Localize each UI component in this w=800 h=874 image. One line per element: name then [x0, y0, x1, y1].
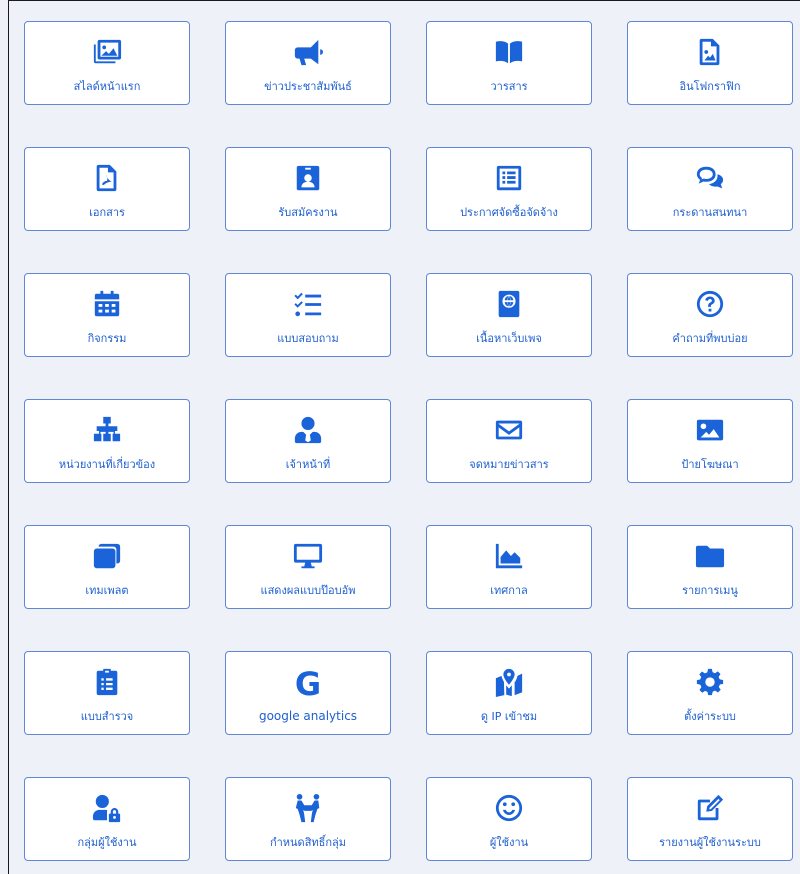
tile-questionnaire[interactable]: แบบสอบถาม	[225, 273, 391, 357]
tile-label: ผู้ใช้งาน	[489, 836, 529, 849]
tile-documents[interactable]: เอกสาร	[24, 147, 190, 231]
google-icon: G	[291, 667, 325, 701]
id-badge-icon	[291, 161, 325, 195]
globe-passport-icon	[492, 287, 526, 321]
tile-label: แบบสำรวจ	[80, 710, 134, 723]
megaphone-icon	[291, 35, 325, 69]
tile-infographic[interactable]: อินโฟกราฟิก	[627, 21, 793, 105]
tile-label: ข่าวประชาสัมพันธ์	[264, 80, 352, 93]
tile-webpage-content[interactable]: เนื้อหาเว็บเพจ	[426, 273, 592, 357]
tile-news[interactable]: ข่าวประชาสัมพันธ์	[225, 21, 391, 105]
tile-banners[interactable]: ป้ายโฆษณา	[627, 399, 793, 483]
tile-label: รับสมัครงาน	[278, 206, 338, 219]
tile-festivals[interactable]: เทศกาล	[426, 525, 592, 609]
tile-label: อินโฟกราฟิก	[679, 80, 741, 93]
book-open-icon	[492, 35, 526, 69]
tile-label: ประกาศจัดซื้อจัดจ้าง	[460, 206, 558, 219]
chart-area-icon	[492, 539, 526, 573]
tile-group-permissions[interactable]: กำหนดสิทธิ์กลุ่ม	[225, 777, 391, 861]
tile-label: เทศกาล	[490, 584, 528, 597]
tile-label: ตั้งค่าระบบ	[684, 710, 736, 723]
tile-label: จดหมายข่าวสาร	[469, 458, 549, 471]
tile-journal[interactable]: วารสาร	[426, 21, 592, 105]
tile-google-analytics[interactable]: G google analytics	[225, 651, 391, 735]
tile-forum[interactable]: กระดานสนทนา	[627, 147, 793, 231]
tile-related-agencies[interactable]: หน่วยงานที่เกี่ยวข้อง	[24, 399, 190, 483]
envelope-icon	[492, 413, 526, 447]
window-restore-icon	[90, 539, 124, 573]
smile-icon	[492, 791, 526, 825]
menu-grid: สไลด์หน้าแรก ข่าวประชาสัมพันธ์ วารสาร อิ…	[24, 21, 793, 861]
calendar-icon	[90, 287, 124, 321]
google-glyph: G	[294, 665, 322, 703]
tile-templates[interactable]: เทมเพลต	[24, 525, 190, 609]
desktop-icon	[291, 539, 325, 573]
list-alt-icon	[492, 161, 526, 195]
tile-staff[interactable]: เจ้าหน้าที่	[225, 399, 391, 483]
cog-icon	[693, 665, 727, 699]
tile-users[interactable]: ผู้ใช้งาน	[426, 777, 592, 861]
tile-label: กระดานสนทนา	[672, 206, 748, 219]
tile-label: หน่วยงานที่เกี่ยวข้อง	[58, 458, 156, 471]
tile-label: แสดงผลแบบป๊อบอัพ	[260, 584, 356, 597]
tile-survey[interactable]: แบบสำรวจ	[24, 651, 190, 735]
tile-label: รายการเมนู	[682, 584, 738, 597]
tile-newsletter[interactable]: จดหมายข่าวสาร	[426, 399, 592, 483]
tile-label: เทมเพลต	[85, 584, 129, 597]
tile-procurement[interactable]: ประกาศจัดซื้อจัดจ้าง	[426, 147, 592, 231]
tile-label: กิจกรรม	[87, 332, 127, 345]
tile-label: เนื้อหาเว็บเพจ	[476, 332, 542, 345]
tasks-icon	[291, 287, 325, 321]
tile-label: google analytics	[258, 709, 358, 723]
tile-menu-items[interactable]: รายการเมนู	[627, 525, 793, 609]
edit-icon	[693, 791, 727, 825]
tile-user-report[interactable]: รายงานผู้ใช้งานระบบ	[627, 777, 793, 861]
user-lock-icon	[90, 791, 124, 825]
image-icon	[693, 413, 727, 447]
admin-menu-panel: สไลด์หน้าแรก ข่าวประชาสัมพันธ์ วารสาร อิ…	[8, 0, 800, 874]
tile-label: คำถามที่พบบ่อย	[672, 332, 748, 345]
people-carry-icon	[291, 791, 325, 825]
tile-system-settings[interactable]: ตั้งค่าระบบ	[627, 651, 793, 735]
tile-label: วารสาร	[490, 80, 528, 93]
tile-label: เอกสาร	[89, 206, 125, 219]
tile-user-groups[interactable]: กลุ่มผู้ใช้งาน	[24, 777, 190, 861]
tile-view-ip[interactable]: ดู IP เข้าชม	[426, 651, 592, 735]
tile-label: ดู IP เข้าชม	[480, 710, 538, 723]
tile-faq[interactable]: คำถามที่พบบ่อย	[627, 273, 793, 357]
tile-jobs[interactable]: รับสมัครงาน	[225, 147, 391, 231]
file-image-icon	[693, 35, 727, 69]
tile-label: แบบสอบถาม	[277, 332, 339, 345]
tile-label: ป้ายโฆษณา	[681, 458, 739, 471]
tile-activities[interactable]: กิจกรรม	[24, 273, 190, 357]
tile-home-slides[interactable]: สไลด์หน้าแรก	[24, 21, 190, 105]
user-tie-icon	[291, 413, 325, 447]
tile-label: กำหนดสิทธิ์กลุ่ม	[269, 836, 347, 849]
question-circle-icon	[693, 287, 727, 321]
comments-icon	[693, 161, 727, 195]
tile-popup-display[interactable]: แสดงผลแบบป๊อบอัพ	[225, 525, 391, 609]
tile-label: สไลด์หน้าแรก	[73, 80, 141, 93]
clipboard-list-icon	[90, 665, 124, 699]
file-pdf-icon	[90, 161, 124, 195]
folder-icon	[693, 539, 727, 573]
sitemap-icon	[90, 413, 124, 447]
tile-label: รายงานผู้ใช้งานระบบ	[659, 836, 761, 849]
images-icon	[90, 35, 124, 69]
tile-label: เจ้าหน้าที่	[285, 458, 331, 471]
map-marked-icon	[492, 665, 526, 699]
tile-label: กลุ่มผู้ใช้งาน	[77, 836, 137, 849]
